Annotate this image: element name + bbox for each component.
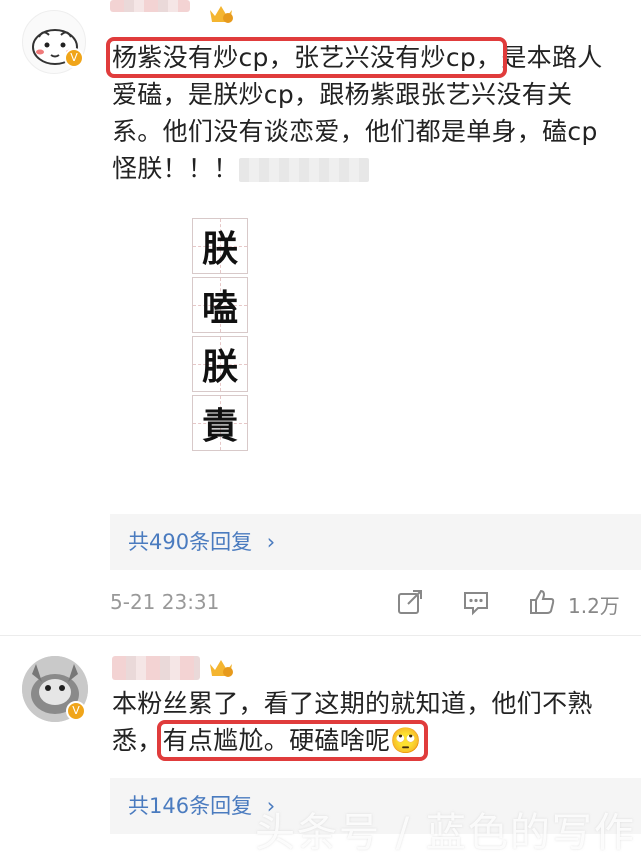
sticker-tile: 朕 — [192, 218, 248, 274]
username-blurred[interactable] — [112, 656, 200, 680]
blurred-region — [238, 158, 369, 182]
comment-1: V 杨紫没有炒cp，张艺兴没有炒cp，是本路人爱磕，是朕炒cp，跟杨紫跟张艺兴没… — [0, 0, 641, 636]
comment-time: 5-21 23:31 — [110, 590, 220, 614]
replies-label: 共146条回复 — [128, 794, 253, 818]
sticker-character-grid: 朕 嗑 朕 責 — [192, 218, 248, 454]
highlighted-text: 有点尴尬。硬磕啥呢🙄 — [156, 720, 428, 761]
crown-icon — [210, 660, 233, 677]
verified-badge-icon: V — [64, 48, 84, 68]
sticker-tile: 責 — [192, 395, 248, 451]
comment-meta: 5-21 23:31 1.2万 — [110, 588, 630, 618]
replies-label: 共490条回复 — [128, 530, 253, 554]
comment-text: 杨紫没有炒cp，张艺兴没有炒cp，是本路人爱磕，是朕炒cp，跟杨紫跟张艺兴没有关… — [105, 37, 617, 187]
comment-text: 本粉丝累了，看了这期的就知道，他们不熟悉，有点尴尬。硬磕啥呢🙄 — [112, 685, 617, 761]
share-icon[interactable] — [396, 588, 424, 616]
like-count: 1.2万 — [568, 594, 620, 618]
view-replies-link[interactable]: 共490条回复 › — [110, 514, 641, 570]
crown-icon — [210, 6, 233, 23]
sticker-tile: 嗑 — [192, 277, 248, 333]
comment-icon[interactable] — [462, 588, 490, 616]
verified-badge-icon: V — [66, 701, 86, 721]
highlighted-text: 杨紫没有炒cp，张艺兴没有炒cp， — [105, 37, 508, 78]
watermark: 头条号 / 蓝色的写作 — [255, 810, 636, 855]
like-icon[interactable] — [528, 588, 556, 616]
chevron-right-icon: › — [266, 530, 276, 554]
sticker-tile: 朕 — [192, 336, 248, 392]
username-blurred[interactable] — [110, 0, 190, 12]
